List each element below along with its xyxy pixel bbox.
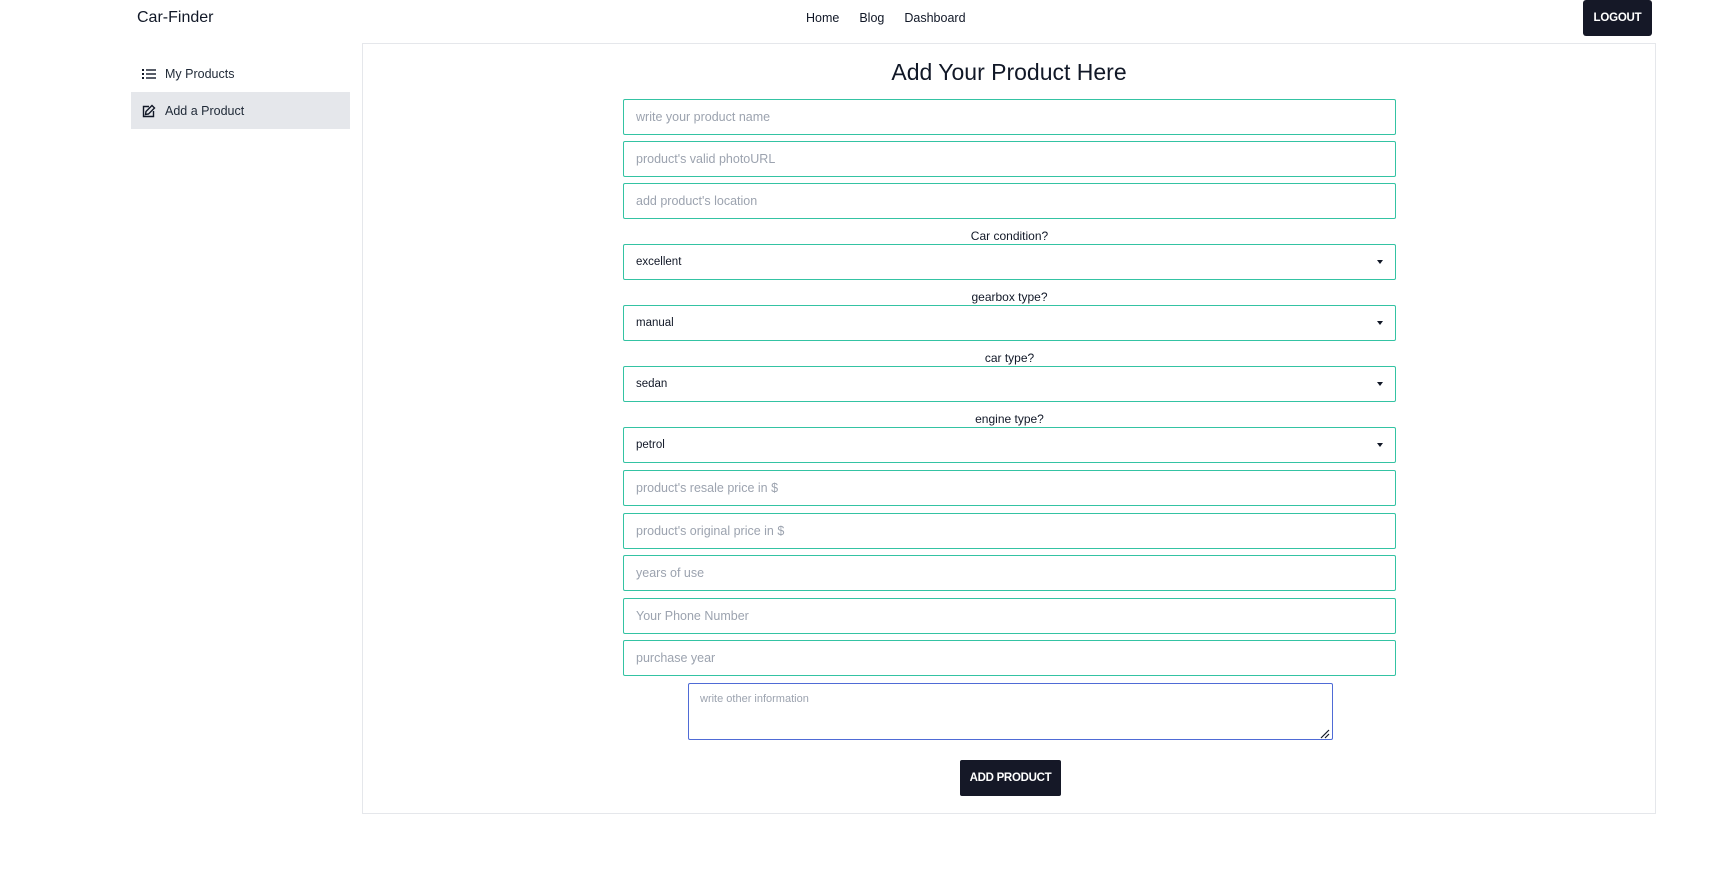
nav-link-dashboard[interactable]: Dashboard — [904, 11, 965, 25]
purchase-year-input[interactable] — [623, 640, 1396, 676]
sidebar-item-my-products[interactable]: My Products — [131, 55, 350, 92]
location-input[interactable] — [623, 183, 1396, 219]
top-navbar: Car-Finder Home Blog Dashboard LOGOUT — [0, 0, 1715, 38]
add-product-card: Add Your Product Here Car condition? exc… — [362, 43, 1656, 814]
nav-links: Home Blog Dashboard — [806, 11, 966, 25]
logout-button[interactable]: LOGOUT — [1583, 0, 1652, 36]
photo-url-input[interactable] — [623, 141, 1396, 177]
chevron-down-icon — [1377, 382, 1383, 386]
other-info-textarea[interactable] — [688, 683, 1333, 740]
sidebar-item-add-product[interactable]: Add a Product — [131, 92, 350, 129]
add-product-button[interactable]: ADD PRODUCT — [960, 760, 1061, 796]
phone-number-input[interactable] — [623, 598, 1396, 634]
list-icon — [142, 67, 156, 81]
brand-logo[interactable]: Car-Finder — [137, 9, 213, 27]
gearbox-select[interactable]: manual — [623, 305, 1396, 341]
resale-price-input[interactable] — [623, 470, 1396, 506]
sidebar-item-label: Add a Product — [165, 103, 245, 118]
gearbox-label: gearbox type? — [971, 290, 1048, 304]
car-type-select[interactable]: sedan — [623, 366, 1396, 402]
original-price-input[interactable] — [623, 513, 1396, 549]
chevron-down-icon — [1377, 443, 1383, 447]
nav-link-blog[interactable]: Blog — [859, 11, 884, 25]
chevron-down-icon — [1377, 321, 1383, 325]
sidebar-item-label: My Products — [165, 66, 235, 81]
edit-icon — [142, 104, 156, 118]
years-of-use-input[interactable] — [623, 555, 1396, 591]
product-name-input[interactable] — [623, 99, 1396, 135]
car-type-value: sedan — [636, 378, 668, 390]
car-type-label: car type? — [984, 351, 1035, 365]
chevron-down-icon — [1377, 260, 1383, 264]
engine-value: petrol — [636, 439, 665, 451]
condition-label: Car condition? — [970, 229, 1049, 243]
gearbox-value: manual — [636, 317, 674, 329]
page-title: Add Your Product Here — [891, 59, 1127, 85]
nav-link-home[interactable]: Home — [806, 11, 839, 25]
engine-select[interactable]: petrol — [623, 427, 1396, 463]
engine-label: engine type? — [975, 412, 1044, 426]
resize-handle-icon[interactable] — [1319, 726, 1330, 739]
dashboard-sidebar: My Products Add a Product — [131, 55, 350, 129]
condition-value: excellent — [636, 256, 682, 268]
condition-select[interactable]: excellent — [623, 244, 1396, 280]
